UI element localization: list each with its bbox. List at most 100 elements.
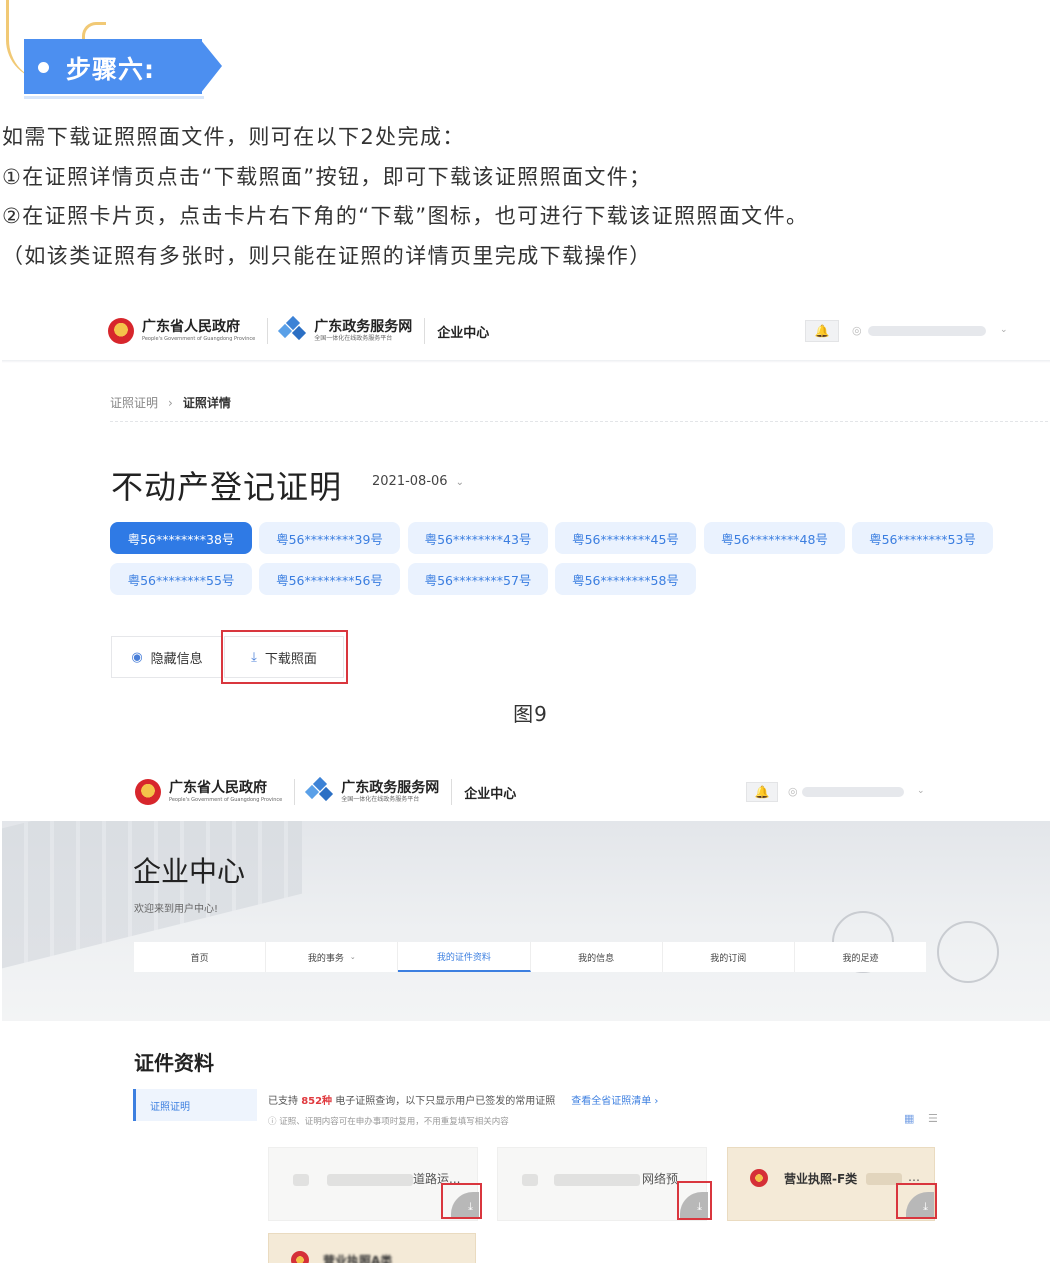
- banner-underline: [24, 96, 204, 99]
- cert-tab[interactable]: 粤56********43号: [408, 522, 548, 554]
- support-info: 已支持 852种 电子证照查询，以下只显示用户已签发的常用证照 查看全省证照清单 …: [268, 1092, 658, 1107]
- hero-subtitle: 欢迎来到用户中心!: [134, 904, 219, 915]
- chevron-down-icon[interactable]: ⌄: [1000, 325, 1008, 335]
- service-subtitle: 全国一体化在线政务服务平台: [341, 796, 420, 803]
- info-prefix: 已支持: [268, 1096, 298, 1107]
- user-icon: ◎: [788, 785, 798, 798]
- chevron-down-icon: ⌄: [455, 477, 464, 488]
- eye-icon: ◉: [131, 649, 143, 665]
- cert-tab[interactable]: 粤56********55号: [110, 563, 252, 595]
- service-subtitle: 全国一体化在线政务服务平台: [314, 335, 393, 342]
- hide-info-button[interactable]: ◉ 隐藏信息: [111, 636, 223, 678]
- cert-tab[interactable]: 粤56********57号: [408, 563, 548, 595]
- cert-tab[interactable]: 粤56********56号: [259, 563, 400, 595]
- site-header: 广东省人民政府 People's Government of Guangdong…: [108, 309, 489, 353]
- more-icon: …: [908, 1170, 920, 1184]
- chevron-right-icon: ›: [168, 396, 173, 410]
- doc-icon: [293, 1174, 309, 1186]
- nav-home[interactable]: 首页: [134, 942, 267, 972]
- date-select[interactable]: 2021-08-06 ⌄: [372, 474, 464, 489]
- chevron-down-icon: ⌄: [349, 953, 356, 961]
- divider: [451, 779, 453, 805]
- highlight-box: [441, 1183, 482, 1219]
- nav-my-affairs[interactable]: 我的事务 ⌄: [266, 942, 399, 972]
- divider: [424, 318, 426, 344]
- gov-title: 广东省人民政府: [169, 780, 267, 796]
- card-name: 营业执照A类: [323, 1254, 393, 1263]
- highlight-box: [896, 1183, 937, 1219]
- gov-emblem-icon: [135, 779, 161, 805]
- chevron-down-icon[interactable]: ⌄: [917, 786, 925, 796]
- cert-card[interactable]: 网络预... ⤓: [497, 1147, 708, 1221]
- card-name-blurred: [554, 1174, 640, 1186]
- service-logo[interactable]: 广东政务服务网 全国一体化在线政务服务平台: [341, 780, 439, 804]
- breadcrumb: 证照证明 › 证照详情: [110, 394, 231, 411]
- divider: [267, 318, 269, 344]
- user-icon: ◎: [852, 324, 862, 337]
- highlight-box: [221, 630, 348, 684]
- bell-icon[interactable]: 🔔: [746, 782, 778, 802]
- gov-logo[interactable]: 广东省人民政府 People's Government of Guangdong…: [142, 319, 255, 343]
- section-title: 证件资料: [134, 1051, 214, 1075]
- nav-my-info[interactable]: 我的信息: [531, 942, 663, 972]
- service-title: 广东政务服务网: [341, 780, 440, 796]
- divider: [294, 779, 296, 805]
- site-header: 广东省人民政府 People's Government of Guangdong…: [135, 770, 516, 814]
- banner-arrow: [200, 39, 222, 94]
- service-logo[interactable]: 广东政务服务网 全国一体化在线政务服务平台: [314, 319, 412, 343]
- cert-tab[interactable]: 粤56********38号: [110, 522, 252, 554]
- nav-label: 我的事务: [307, 953, 344, 964]
- gov-logo[interactable]: 广东省人民政府 People's Government of Guangdong…: [169, 780, 282, 804]
- intro-line: （如该类证照有多张时，则只能在证照的详情页里完成下载操作）: [2, 243, 652, 268]
- page-title: 不动产登记证明: [111, 468, 343, 506]
- user-name-blurred[interactable]: [802, 787, 904, 797]
- user-name-blurred[interactable]: [868, 326, 986, 336]
- seal-icon: [291, 1251, 309, 1263]
- gov-subtitle: People's Government of Guangdong Provinc…: [169, 797, 283, 803]
- info-count: 852种: [301, 1096, 333, 1107]
- cert-tab[interactable]: 粤56********53号: [852, 522, 993, 554]
- breadcrumb-link[interactable]: 证照证明: [110, 396, 158, 410]
- center-link[interactable]: 企业中心: [437, 322, 489, 341]
- hero-title: 企业中心: [133, 855, 246, 888]
- grid-view-icon[interactable]: ▦: [904, 1112, 914, 1125]
- glasses-decor: [937, 921, 999, 983]
- cert-tab[interactable]: 粤56********48号: [704, 522, 845, 554]
- list-view-icon[interactable]: ☰: [928, 1112, 938, 1125]
- service-title: 广东政务服务网: [314, 319, 413, 335]
- nav-my-documents[interactable]: 我的证件资料: [398, 942, 531, 972]
- highlight-box: [677, 1181, 712, 1220]
- nav-my-footprint[interactable]: 我的足迹: [795, 942, 926, 972]
- hero-banner: 企业中心 欢迎来到用户中心! 首页 我的事务 ⌄ 我的证件资料 我的信息 我的订阅…: [2, 821, 1050, 1021]
- doc-icon: [522, 1174, 538, 1186]
- intro-text: 如需下载证照照面文件，则可在以下2处完成： ①在证照详情页点击“下载照面”按钮，…: [2, 118, 808, 276]
- cert-tab[interactable]: 粤56********45号: [555, 522, 696, 554]
- center-link[interactable]: 企业中心: [464, 783, 516, 802]
- card-name: 营业执照-F类: [784, 1172, 858, 1186]
- view-all-link[interactable]: 查看全省证照清单 ›: [571, 1096, 658, 1107]
- hide-info-label: 隐藏信息: [150, 651, 203, 667]
- cert-tab[interactable]: 粤56********39号: [259, 522, 400, 554]
- dashed-divider: [110, 421, 1048, 422]
- service-logo-icon: [278, 315, 307, 344]
- seal-icon: [750, 1169, 768, 1187]
- step-banner: 步骤六:: [0, 0, 260, 110]
- bell-icon[interactable]: 🔔: [805, 320, 839, 342]
- sidebar-item-certs[interactable]: 证照证明: [133, 1089, 257, 1121]
- intro-line: ①在证照详情页点击“下载照面”按钮，即可下载该证照照面文件；: [2, 164, 652, 189]
- date-value: 2021-08-06: [372, 474, 448, 489]
- service-logo-icon: [305, 776, 334, 805]
- cert-card[interactable]: 营业执照A类: [268, 1233, 476, 1263]
- step-title: 步骤六:: [66, 55, 155, 84]
- cert-tab[interactable]: 粤56********58号: [555, 563, 696, 595]
- figure-caption: 图9: [513, 702, 548, 726]
- nav-my-subscriptions[interactable]: 我的订阅: [663, 942, 795, 972]
- gov-subtitle: People's Government of Guangdong Provinc…: [142, 336, 256, 342]
- gov-title: 广东省人民政府: [142, 319, 240, 335]
- header-shadow: [2, 360, 1050, 363]
- intro-line: 如需下载证照照面文件，则可在以下2处完成：: [2, 125, 465, 149]
- reuse-note: ⓘ 证照、证明内容可在申办事项时复用，不用重复填写相关内容: [268, 1117, 509, 1127]
- info-suffix: 电子证照查询，以下只显示用户已签发的常用证照: [335, 1096, 556, 1107]
- center-nav: 首页 我的事务 ⌄ 我的证件资料 我的信息 我的订阅 我的足迹: [134, 942, 926, 972]
- gov-emblem-icon: [108, 318, 134, 344]
